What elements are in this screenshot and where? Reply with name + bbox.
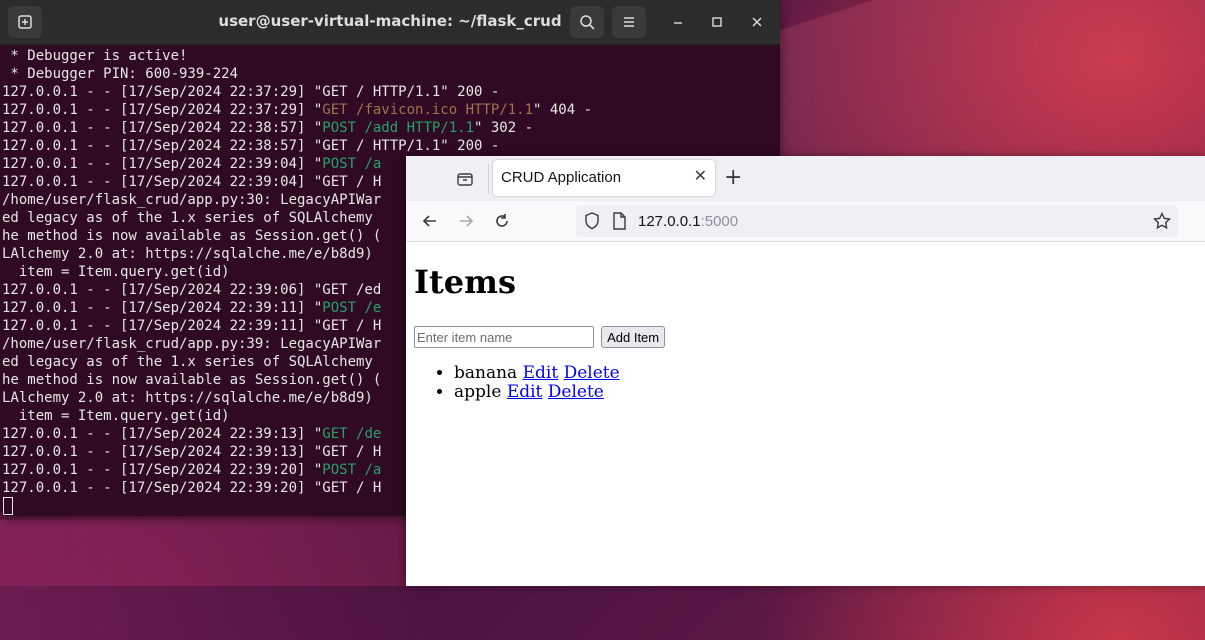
- add-item-form: Add Item: [414, 326, 1205, 350]
- page-icon[interactable]: [612, 212, 626, 234]
- navigation-bar: 127.0.0.1:5000: [406, 201, 1205, 242]
- menu-icon[interactable]: [612, 6, 646, 38]
- terminal-line: 127.0.0.1 - - [17/Sep/2024 22:38:57] "GE…: [2, 137, 780, 155]
- terminal-text: /home/user/flask_crud/app.py:39: LegacyA…: [2, 336, 382, 352]
- item-name-input[interactable]: [414, 326, 594, 348]
- terminal-text: 127.0.0.1 - - [17/Sep/2024 22:39:13] ": [2, 426, 323, 442]
- terminal-text: POST /add HTTP/1.1: [322, 120, 475, 136]
- terminal-text: 127.0.0.1 - - [17/Sep/2024 22:38:57] "GE…: [2, 138, 500, 154]
- terminal-text: GET /favicon.ico HTTP/1.1: [322, 102, 534, 118]
- terminal-text: POST /e: [322, 300, 382, 316]
- terminal-text: 127.0.0.1 - - [17/Sep/2024 22:39:04] ": [2, 156, 323, 172]
- shield-icon[interactable]: [584, 212, 600, 234]
- terminal-text: POST /a: [322, 156, 382, 172]
- terminal-line: 127.0.0.1 - - [17/Sep/2024 22:37:29] "GE…: [2, 83, 780, 101]
- list-item: apple Edit Delete: [454, 383, 1205, 402]
- tab-title: CRUD Application: [501, 169, 622, 186]
- terminal-text: 127.0.0.1 - - [17/Sep/2024 22:39:11] ": [2, 300, 323, 316]
- add-item-button[interactable]: Add Item: [601, 326, 666, 348]
- url-host: 127.0.0.1: [638, 213, 701, 230]
- terminal-text: LAlchemy 2.0 at: https://sqlalche.me/e/b…: [2, 390, 373, 406]
- terminal-text: " 404 -: [533, 102, 593, 118]
- tab-separator: [488, 164, 489, 194]
- terminal-text: he method is now available as Session.ge…: [2, 372, 382, 388]
- terminal-text: 127.0.0.1 - - [17/Sep/2024 22:39:13] "GE…: [2, 444, 382, 460]
- terminal-cursor: [3, 497, 13, 515]
- terminal-text: " 302 -: [474, 120, 534, 136]
- terminal-text: 127.0.0.1 - - [17/Sep/2024 22:39:20] "GE…: [2, 480, 382, 496]
- bookmark-star-icon[interactable]: [1150, 209, 1174, 233]
- terminal-text: 127.0.0.1 - - [17/Sep/2024 22:39:04] "GE…: [2, 174, 382, 190]
- terminal-text: GET /de: [322, 426, 382, 442]
- delete-link[interactable]: Delete: [564, 363, 620, 383]
- url-port: :5000: [700, 213, 739, 230]
- terminal-text: * Debugger is active!: [2, 48, 188, 64]
- tab-list-icon[interactable]: [452, 166, 478, 192]
- terminal-text: 127.0.0.1 - - [17/Sep/2024 22:37:29] ": [2, 102, 323, 118]
- terminal-text: item = Item.query.get(id): [2, 264, 230, 280]
- terminal-text: 127.0.0.1 - - [17/Sep/2024 22:37:29] "GE…: [2, 84, 500, 100]
- terminal-text: /home/user/flask_crud/app.py:30: LegacyA…: [2, 192, 382, 208]
- terminal-line: 127.0.0.1 - - [17/Sep/2024 22:37:29] "GE…: [2, 101, 780, 119]
- terminal-text: ed legacy as of the 1.x series of SQLAlc…: [2, 210, 373, 226]
- new-tab-plus-icon[interactable]: +: [724, 165, 742, 191]
- wallpaper-accent-lower: [0, 520, 420, 640]
- page-content: Items Add Item banana Edit Delete apple …: [414, 252, 1205, 402]
- terminal-line: * Debugger is active!: [2, 47, 780, 65]
- back-icon[interactable]: [418, 209, 442, 233]
- terminal-line: * Debugger PIN: 600-939-224: [2, 65, 780, 83]
- tab-crud-application[interactable]: CRUD Application ✕: [493, 160, 715, 196]
- tab-bar: CRUD Application ✕ +: [406, 156, 1205, 201]
- tab-close-icon[interactable]: ✕: [694, 166, 707, 185]
- terminal-text: he method is now available as Session.ge…: [2, 228, 382, 244]
- maximize-icon[interactable]: [705, 10, 729, 34]
- terminal-line: 127.0.0.1 - - [17/Sep/2024 22:38:57] "PO…: [2, 119, 780, 137]
- delete-link[interactable]: Delete: [548, 382, 604, 402]
- terminal-text: 127.0.0.1 - - [17/Sep/2024 22:39:20] ": [2, 462, 323, 478]
- terminal-text: 127.0.0.1 - - [17/Sep/2024 22:39:06] "GE…: [2, 282, 382, 298]
- terminal-text: POST /a: [322, 462, 382, 478]
- terminal-text: LAlchemy 2.0 at: https://sqlalche.me/e/b…: [2, 246, 373, 262]
- terminal-text: item = Item.query.get(id): [2, 408, 230, 424]
- forward-icon[interactable]: [454, 209, 478, 233]
- page-heading: Items: [414, 263, 516, 301]
- edit-link[interactable]: Edit: [523, 363, 559, 383]
- minimize-icon[interactable]: [666, 10, 690, 34]
- terminal-text: 127.0.0.1 - - [17/Sep/2024 22:39:11] "GE…: [2, 318, 382, 334]
- list-item: banana Edit Delete: [454, 364, 1205, 383]
- terminal-header: user@user-virtual-machine: ~/flask_crud: [0, 0, 780, 45]
- reload-icon[interactable]: [490, 209, 514, 233]
- item-name: banana: [454, 363, 518, 383]
- close-icon[interactable]: [745, 10, 769, 34]
- edit-link[interactable]: Edit: [507, 382, 543, 402]
- url-bar[interactable]: 127.0.0.1:5000: [576, 205, 1178, 237]
- url-text[interactable]: 127.0.0.1:5000: [638, 213, 738, 230]
- item-list: banana Edit Delete apple Edit Delete: [414, 364, 1205, 402]
- item-name: apple: [454, 382, 502, 402]
- terminal-title: user@user-virtual-machine: ~/flask_crud: [218, 12, 562, 30]
- terminal-text: ed legacy as of the 1.x series of SQLAlc…: [2, 354, 373, 370]
- browser-window[interactable]: CRUD Application ✕ + 127.0.0.1:5000 Item…: [406, 156, 1205, 586]
- search-icon[interactable]: [570, 6, 604, 38]
- terminal-text: * Debugger PIN: 600-939-224: [2, 66, 239, 82]
- terminal-text: 127.0.0.1 - - [17/Sep/2024 22:38:57] ": [2, 120, 323, 136]
